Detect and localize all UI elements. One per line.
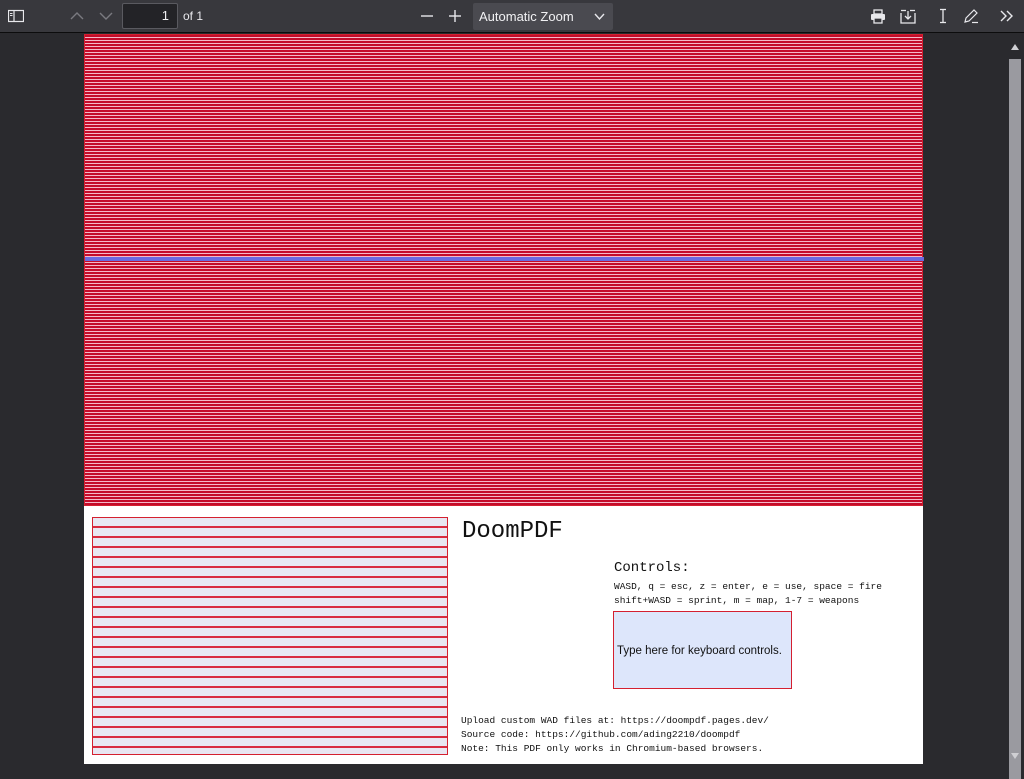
input-grid-field[interactable] (92, 517, 448, 755)
scrollbar-thumb[interactable] (1009, 59, 1021, 779)
text-cursor-icon (937, 8, 949, 24)
next-page-icon (99, 11, 113, 21)
footer-line: Source code: https://github.com/ading221… (461, 729, 741, 740)
pdf-page: DoomPDF Controls: WASD, q = esc, z = ent… (84, 34, 924, 764)
controls-line: shift+WASD = sprint, m = map, 1-7 = weap… (614, 595, 860, 606)
print-icon (870, 8, 886, 24)
screen-blue-line (85, 257, 924, 261)
tools-button[interactable] (994, 4, 1020, 28)
doom-screen-canvas[interactable] (84, 34, 924, 506)
zoom-select[interactable]: Automatic Zoom (473, 3, 613, 30)
page-total-label: of 1 (183, 9, 204, 23)
tools-icon (999, 9, 1015, 23)
page-number-input[interactable]: 1 (122, 3, 178, 29)
document-title: DoomPDF (462, 518, 563, 545)
scroll-down-arrow-icon[interactable] (1010, 747, 1020, 765)
previous-page-button[interactable] (64, 4, 90, 28)
scroll-up-arrow-icon[interactable] (1010, 38, 1020, 56)
pen-icon (963, 8, 979, 24)
next-page-button[interactable] (93, 4, 119, 28)
zoom-select-value: Automatic Zoom (479, 9, 574, 24)
zoom-out-icon (420, 9, 434, 23)
pdf-toolbar: 1 of 1 Automatic Zoom (0, 0, 1024, 33)
zoom-out-button[interactable] (414, 4, 440, 28)
draw-button[interactable] (958, 4, 984, 28)
footer-line: Upload custom WAD files at: https://doom… (461, 715, 769, 726)
sidebar-toggle-button[interactable] (3, 4, 29, 28)
text-select-button[interactable] (930, 4, 956, 28)
controls-heading: Controls: (614, 560, 690, 576)
keyboard-input-field[interactable]: Type here for keyboard controls. (613, 611, 792, 689)
zoom-in-icon (448, 9, 462, 23)
zoom-in-button[interactable] (442, 4, 468, 28)
vertical-scrollbar[interactable] (1006, 33, 1024, 779)
controls-line: WASD, q = esc, z = enter, e = use, space… (614, 581, 882, 592)
prev-page-icon (70, 11, 84, 21)
footer-line: Note: This PDF only works in Chromium-ba… (461, 743, 764, 754)
download-icon (900, 9, 916, 24)
download-button[interactable] (895, 4, 921, 28)
print-button[interactable] (865, 4, 891, 28)
sidebar-toggle-icon (8, 9, 24, 23)
